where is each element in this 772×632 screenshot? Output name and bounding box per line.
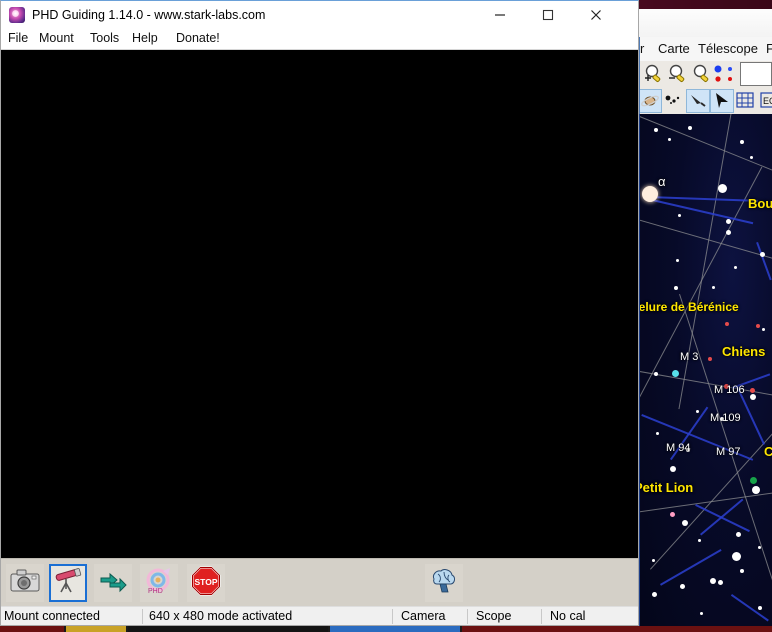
phd-guiding-window[interactable]: PHD Guiding 1.14.0 - www.stark-labs.com … (0, 0, 639, 626)
brain-icon (429, 567, 459, 600)
phd-titlebar[interactable]: PHD Guiding 1.14.0 - www.stark-labs.com (1, 1, 638, 29)
search-field[interactable] (740, 62, 772, 86)
phd-menubar[interactable]: File Mount Tools Help Donate! (1, 29, 638, 50)
taskbar-item-3[interactable] (128, 626, 328, 632)
sky-label-coma-berenices: velure de Bérénice (640, 300, 739, 314)
guide-camera-display[interactable] (1, 50, 638, 558)
comet-icon[interactable] (686, 89, 710, 113)
bg-menu-item-3[interactable]: F (766, 41, 772, 56)
menu-item-donate[interactable]: Donate! (176, 31, 220, 45)
phd-target-icon: PHD (144, 567, 174, 600)
svg-text:EQ: EQ (763, 96, 772, 106)
loop-exposure-button[interactable] (94, 564, 132, 602)
sky-label-alpha: α (658, 174, 666, 189)
bg-menu-item-telescope[interactable]: Télescope (698, 41, 758, 56)
screen: r Carte Télescope F E α Bou M 3 velure d… (0, 0, 772, 632)
menu-item-tools[interactable]: Tools (90, 31, 119, 45)
loop-arrows-icon (98, 569, 128, 598)
sky-label-bouvier: Bou (748, 196, 772, 211)
status-mode: 640 x 480 mode activated (149, 609, 293, 623)
object-m97 (750, 477, 757, 484)
equator-icon[interactable]: EQ (758, 89, 772, 113)
sky-label-m97: M 97 (716, 446, 741, 458)
status-cal: No cal (550, 609, 586, 623)
minimize-button[interactable] (477, 1, 523, 29)
phd-window-title: PHD Guiding 1.14.0 - www.stark-labs.com (32, 8, 266, 22)
star-alpha (642, 186, 658, 202)
grid-icon[interactable] (734, 89, 758, 113)
phd-status-bar: Mount connected 640 x 480 mode activated… (1, 606, 638, 625)
star-colors-icon[interactable] (712, 62, 738, 86)
object-m3 (672, 370, 679, 377)
sky-label-m106: M 106 (714, 384, 745, 396)
sky-label-chiens: Chiens (722, 344, 766, 359)
bg-menu-item-0[interactable]: r (640, 41, 644, 56)
taskbar-item-2[interactable] (66, 626, 126, 632)
menu-item-help[interactable]: Help (132, 31, 158, 45)
menu-item-file[interactable]: File (8, 31, 28, 45)
menu-item-mount[interactable]: Mount (39, 31, 74, 45)
phd-app-icon (9, 7, 25, 23)
sky-label-m94: M 94 (666, 442, 691, 454)
zoom-out-icon[interactable] (666, 62, 690, 86)
status-mount: Mount connected (4, 609, 100, 623)
stop-button[interactable]: STOP (187, 564, 225, 602)
camera-icon (10, 568, 40, 599)
connect-scope-button[interactable] (49, 564, 87, 602)
status-divider-1 (142, 609, 143, 624)
sky-label-m109: M 109 (710, 412, 741, 424)
telescope-icon (53, 567, 83, 600)
taskbar[interactable] (0, 626, 772, 632)
zoom-in-icon[interactable] (642, 62, 666, 86)
sky-label-m3: M 3 (680, 351, 699, 363)
zoom-reset-icon[interactable] (690, 62, 714, 86)
phd-guide-button[interactable]: PHD (140, 564, 178, 602)
advanced-settings-button[interactable] (425, 564, 463, 602)
stars-icon[interactable] (662, 89, 686, 113)
taskbar-item-1[interactable] (0, 626, 64, 632)
stop-sign-icon: STOP (191, 566, 221, 601)
phd-toolbar[interactable]: PHD STOP 1.0 s (1, 558, 638, 607)
status-divider-2 (392, 609, 393, 624)
sky-chart[interactable]: α Bou M 3 velure de Bérénice M 94 Chiens… (640, 114, 772, 627)
status-divider-4 (541, 609, 542, 624)
connect-camera-button[interactable] (6, 564, 44, 602)
taskbar-item-4[interactable] (330, 626, 460, 632)
maximize-button[interactable] (525, 1, 571, 29)
status-camera: Camera (401, 609, 446, 623)
taskbar-item-5[interactable] (462, 626, 772, 632)
pointer-icon[interactable] (710, 89, 734, 113)
svg-text:PHD: PHD (148, 588, 163, 595)
status-divider-3 (467, 609, 468, 624)
close-button[interactable] (573, 1, 619, 29)
planet-icon[interactable] (638, 89, 662, 113)
bg-menu-item-carte[interactable]: Carte (658, 41, 690, 56)
svg-text:STOP: STOP (195, 577, 218, 587)
sky-label-c: C (764, 444, 772, 459)
sky-label-petit-lion: Petit Lion (640, 480, 694, 495)
status-scope: Scope (476, 609, 512, 623)
